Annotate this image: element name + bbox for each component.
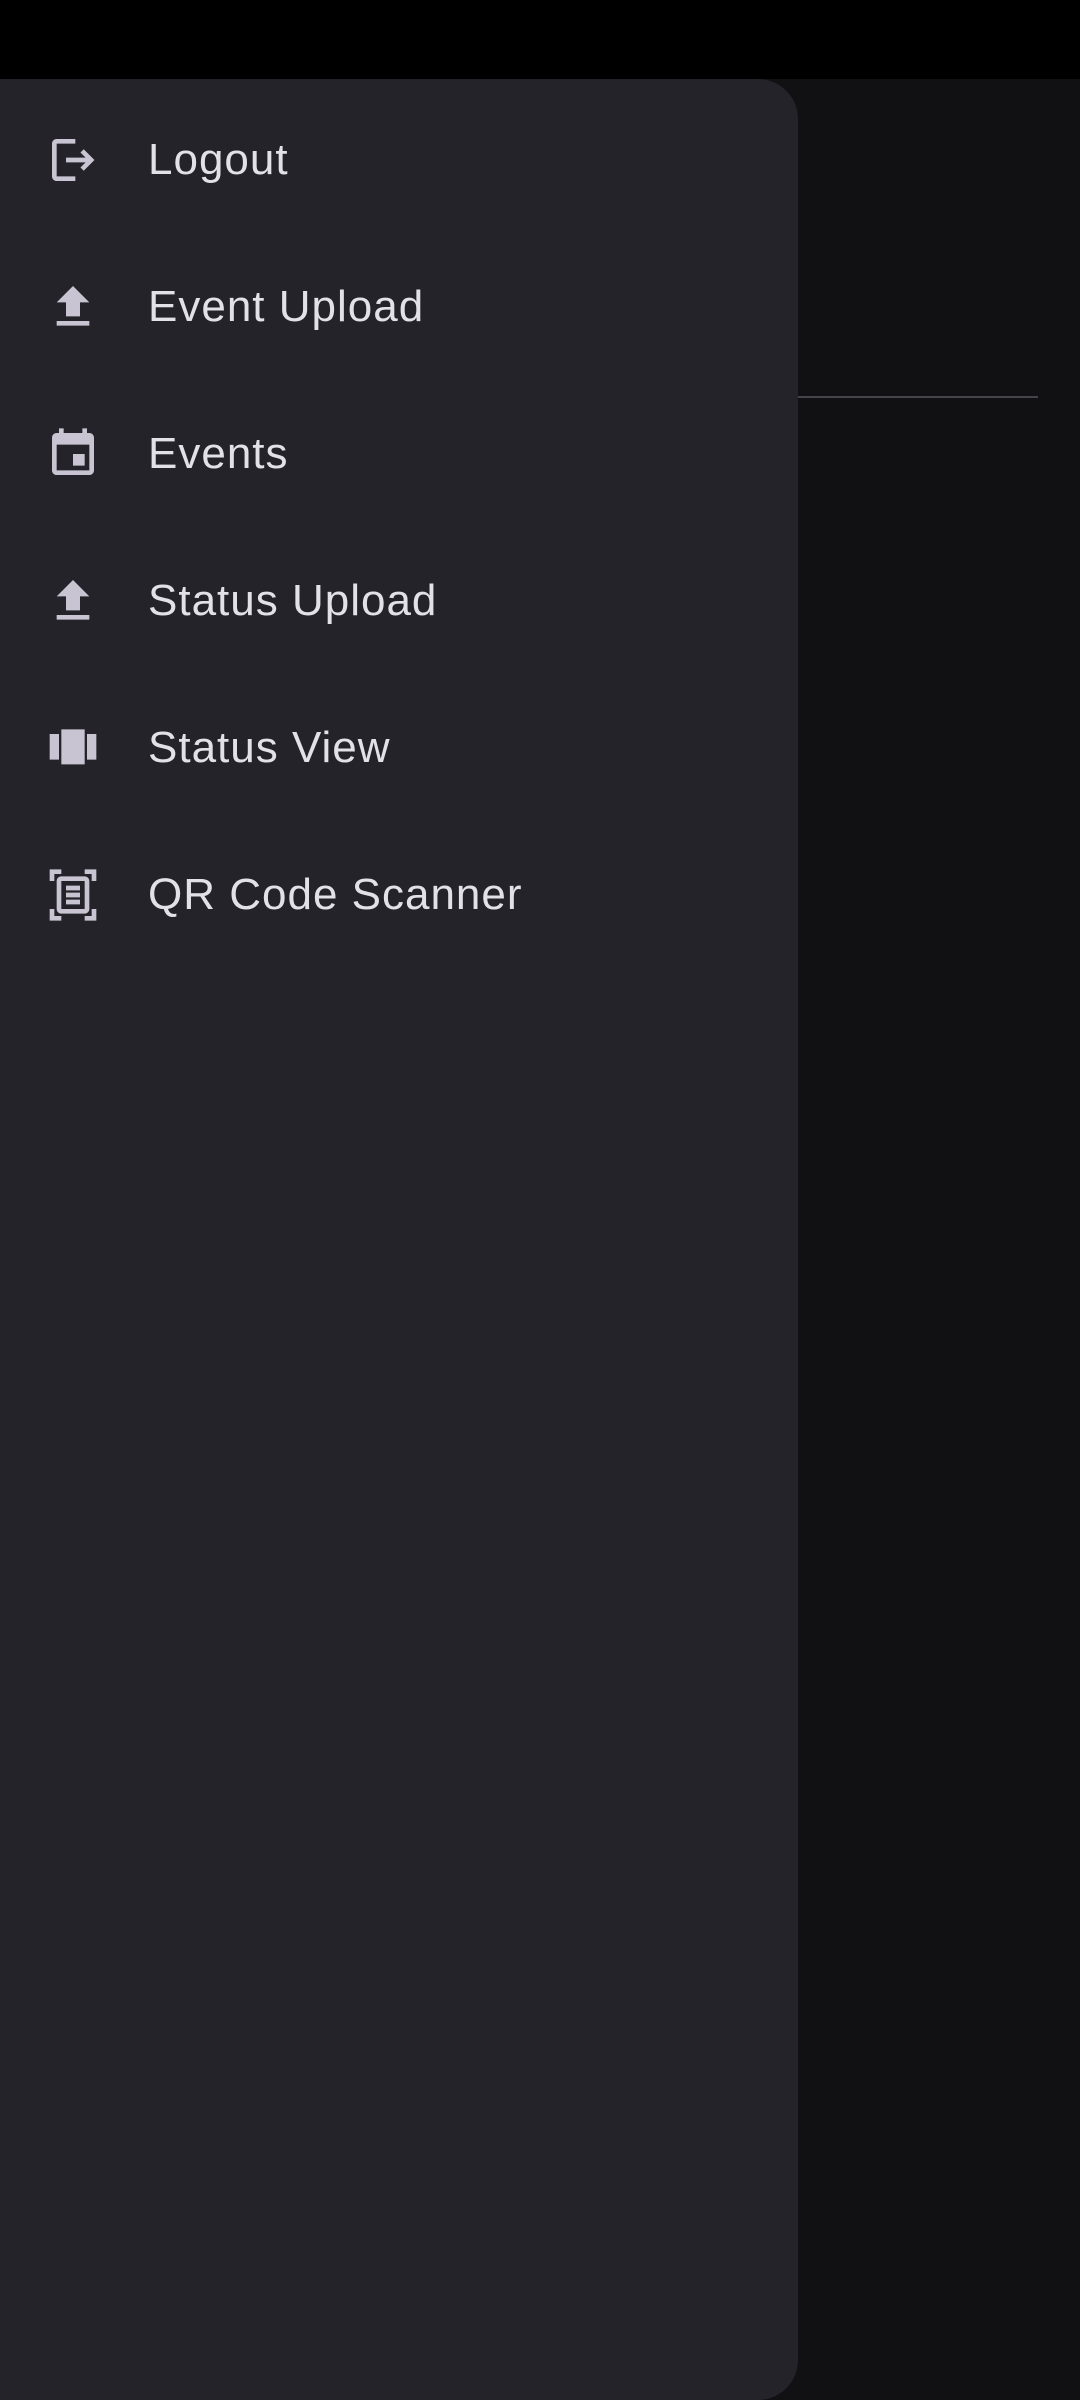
drawer-item-label: QR Code Scanner: [148, 869, 523, 919]
drawer-item-label: Status Upload: [148, 575, 438, 625]
logout-icon: [45, 132, 101, 188]
drawer-item-status-view[interactable]: Status View: [0, 674, 798, 821]
drawer-menu: Logout Event Upload Events Status Upload: [0, 86, 798, 968]
status-bar: [0, 0, 1080, 79]
drawer-item-label: Status View: [148, 722, 391, 772]
upload-icon: [45, 573, 101, 629]
view-carousel-icon: [45, 720, 101, 776]
drawer-item-qr-code-scanner[interactable]: QR Code Scanner: [0, 821, 798, 968]
drawer-item-event-upload[interactable]: Event Upload: [0, 233, 798, 380]
navigation-drawer: Logout Event Upload Events Status Upload: [0, 79, 798, 2400]
drawer-item-events[interactable]: Events: [0, 380, 798, 527]
calendar-event-icon: [45, 426, 101, 482]
drawer-item-label: Events: [148, 428, 289, 478]
app-divider: [760, 396, 1038, 398]
drawer-item-logout[interactable]: Logout: [0, 86, 798, 233]
drawer-item-label: Event Upload: [148, 281, 425, 331]
upload-icon: [45, 279, 101, 335]
drawer-item-label: Logout: [148, 134, 289, 184]
drawer-item-status-upload[interactable]: Status Upload: [0, 527, 798, 674]
document-scanner-icon: [45, 867, 101, 923]
